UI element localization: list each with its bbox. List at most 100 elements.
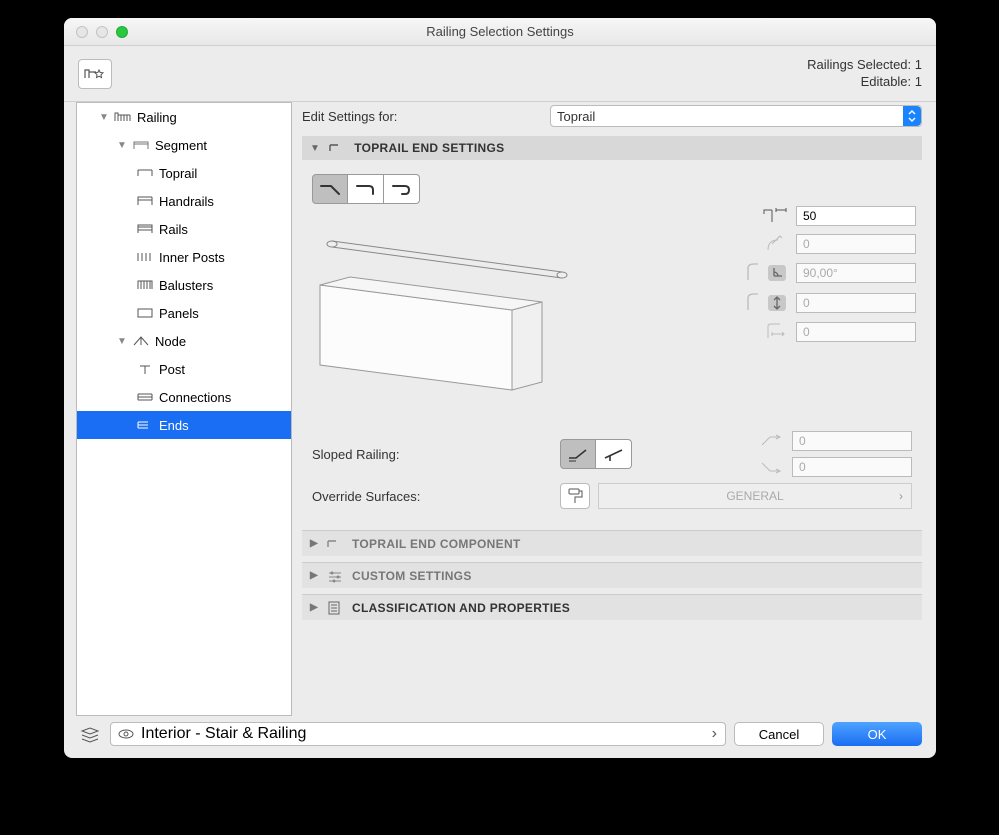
titlebar: Railing Selection Settings xyxy=(64,18,936,46)
railings-selected-label: Railings Selected: 1 xyxy=(807,57,922,74)
tree-item-segment[interactable]: ▼ Segment xyxy=(77,131,291,159)
tree-item-inner-posts[interactable]: Inner Posts xyxy=(77,243,291,271)
override-surfaces-label: Override Surfaces: xyxy=(312,489,552,504)
railing-icon xyxy=(113,110,133,124)
rails-icon xyxy=(135,222,155,236)
section-title: TOPRAIL END SETTINGS xyxy=(354,141,504,155)
tree-label: Toprail xyxy=(159,166,197,181)
extension-length-icon xyxy=(740,206,790,226)
document-icon xyxy=(326,601,344,615)
tree-label: Railing xyxy=(137,110,177,125)
tree-label: Handrails xyxy=(159,194,214,209)
disclosure-open-icon: ▼ xyxy=(117,140,127,151)
tree-item-node[interactable]: ▼ Node xyxy=(77,327,291,355)
toprail-icon xyxy=(135,166,155,180)
balusters-icon xyxy=(135,278,155,292)
tree-label: Segment xyxy=(155,138,207,153)
tree-item-post[interactable]: Post xyxy=(77,355,291,383)
railing-star-icon xyxy=(84,64,106,84)
disclosure-open-icon: ▼ xyxy=(310,143,320,154)
settings-window: Railing Selection Settings Railings Sele… xyxy=(64,18,936,758)
param-offset xyxy=(740,292,916,314)
override-surface-select[interactable]: GENERAL › xyxy=(598,483,912,509)
chevron-right-icon: › xyxy=(712,725,717,743)
segment-icon xyxy=(131,138,151,152)
sloped-follow-button[interactable] xyxy=(596,439,632,469)
toolbar: Railings Selected: 1 Editable: 1 xyxy=(64,46,936,102)
eye-icon xyxy=(117,727,135,741)
disclosure-open-icon: ▼ xyxy=(117,336,127,347)
window-title: Railing Selection Settings xyxy=(64,24,936,39)
edit-settings-for-label: Edit Settings for: xyxy=(302,109,542,124)
layer-value: Interior - Stair & Railing xyxy=(141,725,306,743)
sliders-icon xyxy=(326,569,344,583)
angle-icon xyxy=(740,262,790,284)
sloped-bottom-input xyxy=(792,457,912,477)
param-radius xyxy=(740,234,916,254)
sloped-top-row xyxy=(736,431,912,451)
disclosure-closed-icon: ▶ xyxy=(310,602,318,613)
override-surfaces-row: Override Surfaces: GENERAL › xyxy=(312,482,912,510)
sloped-toggle xyxy=(560,439,632,469)
tree-label: Connections xyxy=(159,390,231,405)
param-horizontal xyxy=(740,322,916,342)
param-extension xyxy=(740,206,916,226)
section-title: TOPRAIL END COMPONENT xyxy=(352,537,521,551)
end-settings-panel: Sloped Railing: xyxy=(302,166,922,524)
tree-item-balusters[interactable]: Balusters xyxy=(77,271,291,299)
section-classification[interactable]: ▶ CLASSIFICATION AND PROPERTIES xyxy=(302,594,922,620)
tree-item-panels[interactable]: Panels xyxy=(77,299,291,327)
section-title: CUSTOM SETTINGS xyxy=(352,569,472,583)
end-style-straight-button[interactable] xyxy=(312,174,348,204)
tree-label: Ends xyxy=(159,418,189,433)
tree-item-railing[interactable]: ▼ Railing xyxy=(77,103,291,131)
sloped-horizontal-button[interactable] xyxy=(560,439,596,469)
selection-status: Railings Selected: 1 Editable: 1 xyxy=(807,57,922,91)
tree-item-ends[interactable]: Ends xyxy=(77,411,291,439)
offset-input xyxy=(796,293,916,313)
layer-select[interactable]: Interior - Stair & Railing › xyxy=(110,722,726,746)
handrails-icon xyxy=(135,194,155,208)
section-component[interactable]: ▶ TOPRAIL END COMPONENT xyxy=(302,530,922,556)
section-end-settings[interactable]: ▼ TOPRAIL END SETTINGS xyxy=(302,136,922,160)
sloped-top-icon xyxy=(736,433,786,449)
structure-tree[interactable]: ▼ Railing ▼ Segment Toprail Handrails Ra… xyxy=(76,102,292,716)
end-style-return-button[interactable] xyxy=(384,174,420,204)
sloped-railing-row: Sloped Railing: xyxy=(312,440,912,468)
tree-label: Inner Posts xyxy=(159,250,225,265)
footer: Interior - Stair & Railing › Cancel OK xyxy=(64,716,936,758)
select-value: Toprail xyxy=(557,109,595,124)
cancel-button[interactable]: Cancel xyxy=(734,722,824,746)
radius-icon xyxy=(740,234,790,254)
param-angle xyxy=(740,262,916,284)
disclosure-open-icon: ▼ xyxy=(99,112,109,123)
layers-icon xyxy=(78,725,102,743)
toprail-end-icon xyxy=(328,141,346,155)
main-panel: Edit Settings for: Toprail ▼ TOPRAIL END… xyxy=(292,102,936,716)
sloped-top-input xyxy=(792,431,912,451)
disclosure-closed-icon: ▶ xyxy=(310,570,318,581)
body: ▼ Railing ▼ Segment Toprail Handrails Ra… xyxy=(64,102,936,716)
panels-icon xyxy=(135,306,155,320)
radius-input xyxy=(796,234,916,254)
tree-label: Balusters xyxy=(159,278,213,293)
tree-item-rails[interactable]: Rails xyxy=(77,215,291,243)
edit-settings-for-select[interactable]: Toprail xyxy=(550,105,922,127)
end-style-down-button[interactable] xyxy=(348,174,384,204)
ok-button[interactable]: OK xyxy=(832,722,922,746)
paint-roller-button[interactable] xyxy=(560,483,590,509)
section-custom[interactable]: ▶ CUSTOM SETTINGS xyxy=(302,562,922,588)
edit-settings-for-row: Edit Settings for: Toprail xyxy=(302,102,922,130)
horizontal-icon xyxy=(740,322,790,342)
extension-input[interactable] xyxy=(796,206,916,226)
chevron-right-icon: › xyxy=(899,489,903,503)
tree-item-connections[interactable]: Connections xyxy=(77,383,291,411)
tree-label: Node xyxy=(155,334,186,349)
section-title: CLASSIFICATION AND PROPERTIES xyxy=(352,601,570,615)
tree-item-handrails[interactable]: Handrails xyxy=(77,187,291,215)
favorites-button[interactable] xyxy=(78,59,112,89)
inner-posts-icon xyxy=(135,250,155,264)
offset-icon xyxy=(740,292,790,314)
tree-item-toprail[interactable]: Toprail xyxy=(77,159,291,187)
end-parameters xyxy=(740,206,916,342)
